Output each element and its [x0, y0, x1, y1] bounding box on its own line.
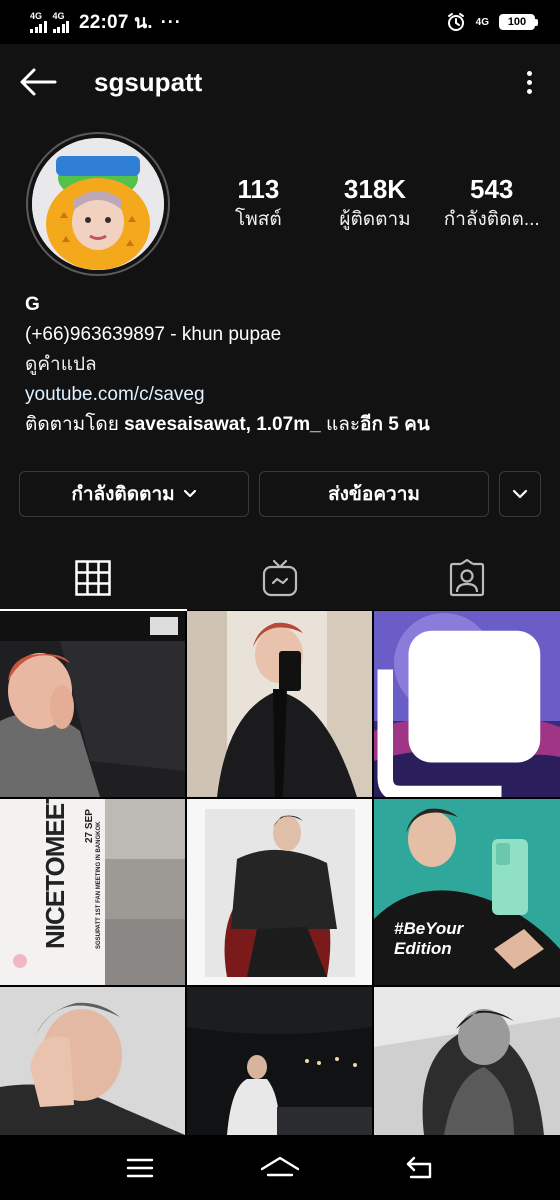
followed-by-middle: และ	[320, 414, 361, 435]
chevron-down-icon	[512, 489, 528, 499]
followed-by-users: savesaisawat, 1.07m_	[124, 414, 321, 435]
home-icon	[260, 1156, 300, 1176]
followers-stat[interactable]: 318K ผู้ติดตาม	[317, 172, 434, 234]
post-thumbnail[interactable]	[187, 799, 372, 985]
tab-posts-grid[interactable]	[0, 545, 187, 611]
post-thumbnail[interactable]	[0, 611, 185, 797]
profile-header: sgsupatt	[0, 44, 560, 120]
posts-label: โพสต์	[235, 209, 282, 230]
signal-icon: 4G	[30, 10, 47, 33]
see-translation-link[interactable]: ดูคำแปล	[25, 350, 545, 380]
message-button[interactable]: ส่งข้อความ	[259, 471, 489, 517]
back-icon	[406, 1156, 432, 1178]
followed-by-prefix: ติดตามโดย	[25, 414, 125, 435]
post-thumbnail[interactable]	[187, 611, 372, 797]
tab-tagged[interactable]	[373, 545, 560, 610]
post-thumbnail[interactable]: #BeYour Edition	[374, 799, 560, 985]
message-button-label: ส่งข้อความ	[328, 484, 420, 505]
tagged-icon	[449, 558, 484, 596]
post-thumbnail[interactable]	[374, 987, 560, 1135]
sim1-network-label: 4G	[30, 10, 43, 21]
posts-stat[interactable]: 113 โพสต์	[200, 172, 317, 234]
following-stat[interactable]: 543 กำลังติดต...	[433, 172, 550, 234]
chevron-down-icon	[183, 489, 196, 498]
posts-grid: NICETOMEET 27 SEP SGSUPATT 1ST FAN MEETI…	[0, 611, 560, 1135]
alarm-icon	[447, 13, 464, 31]
signal-icon: 4G	[52, 10, 69, 33]
following-label: กำลังติดต...	[443, 209, 540, 230]
post-text-subtitle: SGSUPATT 1ST FAN MEETING IN BANGKOK	[96, 821, 102, 949]
post-thumbnail[interactable]	[374, 611, 560, 797]
battery-level: 100	[499, 14, 535, 30]
profile-display-name: G	[25, 294, 40, 315]
bio-contact: (+66)963639897 - khun pupae	[25, 324, 282, 345]
following-button-label: กำลังติดตาม	[71, 484, 175, 505]
profile-tabs	[0, 545, 560, 611]
home-button[interactable]	[250, 1143, 310, 1193]
multiple-posts-icon	[377, 630, 541, 797]
post-thumbnail[interactable]	[0, 987, 185, 1135]
avatar	[32, 138, 164, 270]
profile-username: sgsupatt	[94, 66, 203, 97]
sim2-network-label: 4G	[52, 10, 65, 21]
more-vertical-icon	[526, 70, 532, 76]
more-options-button[interactable]	[514, 62, 544, 102]
lte-indicator: 4G	[475, 16, 489, 28]
posts-count: 113	[237, 174, 280, 204]
post-thumbnail[interactable]	[187, 987, 372, 1135]
followers-count: 318K	[343, 174, 407, 204]
followers-label: ผู้ติดตาม	[339, 209, 411, 230]
tab-igtv[interactable]	[187, 545, 374, 610]
post-promo-line-1: #BeYour	[394, 919, 464, 938]
post-text-headline: NICETOMEET	[40, 799, 70, 949]
recent-apps-button[interactable]	[110, 1143, 170, 1193]
followed-by-more: อีก 5 คน	[360, 414, 430, 435]
back-arrow-icon	[20, 68, 57, 96]
profile-actions: กำลังติดตาม ส่งข้อความ	[19, 471, 541, 517]
following-count: 543	[469, 174, 514, 204]
system-navigation-bar	[0, 1135, 560, 1200]
back-button[interactable]	[18, 62, 58, 102]
followed-by[interactable]: ติดตามโดย savesaisawat, 1.07m_ และอีก 5 …	[25, 410, 545, 440]
profile-section: 113 โพสต์ 318K ผู้ติดตาม 543 กำลังติดต..…	[0, 120, 560, 545]
status-bar: 4G 4G 22:07 น. ··· 4G 100	[0, 0, 560, 44]
grid-icon	[75, 559, 112, 596]
post-text-date: 27 SEP	[84, 809, 95, 843]
suggested-accounts-button[interactable]	[499, 471, 541, 517]
battery-icon: 100	[499, 14, 538, 30]
post-promo-text: #BeYour Edition	[394, 919, 463, 959]
profile-bio: G (+66)963639897 - khun pupae ดูคำแปล yo…	[25, 290, 545, 440]
avatar-ring[interactable]	[26, 132, 170, 276]
profile-stats: 113 โพสต์ 318K ผู้ติดตาม 543 กำลังติดต..…	[200, 172, 550, 234]
post-thumbnail[interactable]: NICETOMEET 27 SEP SGSUPATT 1ST FAN MEETI…	[0, 799, 185, 985]
post-promo-line-2: Edition	[394, 939, 452, 958]
igtv-icon	[262, 559, 298, 596]
following-button[interactable]: กำลังติดตาม	[19, 471, 249, 517]
notification-overflow-icon: ···	[160, 11, 182, 32]
bio-website-link[interactable]: youtube.com/c/saveg	[25, 380, 545, 410]
system-back-button[interactable]	[390, 1143, 450, 1193]
menu-icon	[126, 1158, 154, 1177]
status-time: 22:07 น.	[79, 12, 153, 33]
